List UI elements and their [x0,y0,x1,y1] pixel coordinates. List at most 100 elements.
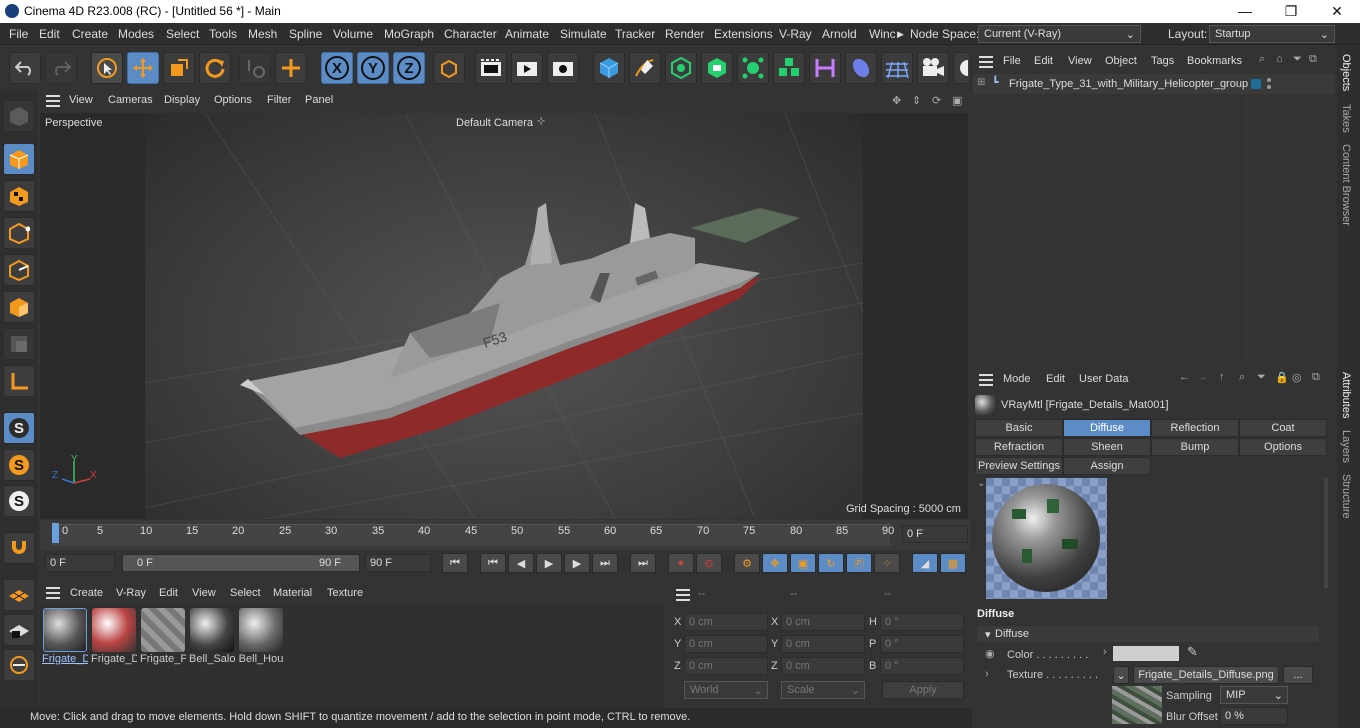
viewport-menu-cameras[interactable]: Cameras [108,94,153,106]
material-menu-vray[interactable]: V-Ray [116,587,146,599]
size-x-field[interactable]: 0 cm [781,613,865,631]
go-to-end-icon[interactable]: ⏭ [630,553,656,573]
go-to-start-icon[interactable]: ⏮ [442,553,468,573]
previous-key-icon[interactable]: ⏮ [480,553,506,573]
side-tab-takes[interactable]: Takes [1340,104,1352,133]
light-icon[interactable] [953,52,971,84]
hamburger-icon[interactable] [676,589,690,601]
material-menu-create[interactable]: Create [70,587,103,599]
menu-tracker[interactable]: Tracker [615,27,655,41]
model-mode-icon[interactable] [3,143,35,175]
layout-select[interactable]: Startup ⌄ [1209,25,1335,43]
texture-file-button[interactable]: Frigate_Details_Diffuse.png [1133,666,1279,684]
material-swatch[interactable]: Frigate_Det [42,608,88,665]
blur-offset-field[interactable]: 0 % [1220,707,1288,725]
viewport-pan-icon[interactable]: ✥ [892,94,901,107]
record-active-icon[interactable]: ● [668,553,694,573]
viewport-menu-filter[interactable]: Filter [267,94,291,106]
solo-mode-icon[interactable]: S [3,449,35,481]
rot-p-field[interactable]: 0 ° [880,635,964,653]
rot-h-field[interactable]: 0 ° [880,613,964,631]
preview-range-slider[interactable]: 0 F 90 F [122,554,360,572]
pos-z-field[interactable]: 0 cm [684,657,768,675]
menu-character[interactable]: Character [444,27,497,41]
pen-spline-icon[interactable] [629,52,661,84]
z-axis-lock-button[interactable]: Z [393,52,425,84]
camera-link-icon[interactable]: ⊹ [537,116,545,127]
make-editable-icon[interactable] [3,100,35,132]
expand-arrow-icon[interactable]: › [985,668,989,680]
close-button[interactable]: ✕ [1314,0,1360,23]
material-menu-view[interactable]: View [192,587,216,599]
object-row[interactable]: ⊞ ┗ Frigate_Type_31_with_Military_Helico… [973,74,1335,94]
move-tool-icon[interactable] [127,52,159,84]
side-tab-content-browser[interactable]: Content Browser [1340,144,1352,226]
object-menu-tags[interactable]: Tags [1151,55,1174,67]
timeline-window-icon[interactable]: ▦ [940,553,966,573]
autokey-icon[interactable]: ⊙ [696,553,722,573]
search-icon[interactable]: ⌕ [1239,371,1245,384]
tab-sheen[interactable]: Sheen [1063,438,1151,456]
animate-radio-icon[interactable]: ◉ [985,647,995,660]
subdivision-surface-icon[interactable] [665,52,697,84]
keyframe-selection-icon[interactable]: ⚙ [734,553,760,573]
object-menu-object[interactable]: Object [1105,55,1137,67]
filter-icon[interactable]: ⏷ [1257,371,1266,384]
size-y-field[interactable]: 0 cm [781,635,865,653]
viewport-menu-view[interactable]: View [69,94,93,106]
material-menu-material[interactable]: Material [273,587,312,599]
redo-icon[interactable] [45,52,77,84]
deformer-icon[interactable] [809,52,841,84]
tab-reflection[interactable]: Reflection [1151,419,1239,437]
start-frame-field[interactable]: 0 F [45,554,115,572]
key-parameter-icon[interactable]: Ⓟ [846,553,872,573]
node-space-select[interactable]: Current (V-Ray) ⌄ [978,25,1141,43]
menu-modes[interactable]: Modes [118,27,154,41]
menu-create[interactable]: Create [72,27,108,41]
sampling-select[interactable]: MIP ⌄ [1220,686,1288,704]
menu-mograph[interactable]: MoGraph [384,27,434,41]
panel-scrollbar[interactable] [1324,478,1328,588]
material-swatch[interactable]: Bell_Salo [189,608,235,665]
tab-coat[interactable]: Coat [1239,419,1327,437]
x-axis-lock-button[interactable]: X [321,52,353,84]
locked-workplane-icon[interactable] [3,614,35,646]
render-settings-icon[interactable] [547,52,579,84]
viewport-maximize-icon[interactable]: ▣ [952,94,962,107]
attr-menu-mode[interactable]: Mode [1003,373,1031,385]
scale-tool-icon[interactable] [163,52,195,84]
new-window-icon[interactable]: ⧉ [1312,371,1320,384]
end-frame-field[interactable]: 90 F [365,554,431,572]
hamburger-icon[interactable] [46,95,60,107]
key-rotation-icon[interactable]: ↻ [818,553,844,573]
viewport-menu-options[interactable]: Options [214,94,252,106]
home-icon[interactable]: ⌂ [1276,53,1283,65]
viewport-zoom-icon[interactable]: ⇕ [912,94,921,107]
object-menu-file[interactable]: File [1003,55,1021,67]
eyedropper-icon[interactable]: ✎ [1187,644,1198,660]
texture-mode-icon[interactable] [3,180,35,212]
side-tab-attributes[interactable]: Attributes [1340,372,1352,418]
back-arrow-icon[interactable]: ← [1179,371,1190,383]
snap-icon[interactable]: S [3,412,35,444]
menu-file[interactable]: File [9,27,28,41]
coordinate-system-icon[interactable] [433,52,465,84]
up-arrow-icon[interactable]: ↑ [1219,371,1225,383]
render-to-picture-viewer-icon[interactable] [511,52,543,84]
filter-icon[interactable]: ⏷ [1293,53,1302,66]
pos-x-field[interactable]: 0 cm [684,613,768,631]
current-frame-field[interactable]: 0 F [902,525,968,543]
visibility-render-icon[interactable] [1267,85,1271,89]
scheme-icon[interactable]: ◢ [912,553,938,573]
minimize-button[interactable]: — [1222,0,1268,23]
play-icon[interactable]: ▶ [536,553,562,573]
y-axis-lock-button[interactable]: Y [357,52,389,84]
maximize-button[interactable]: ❐ [1268,0,1314,23]
viewport-menu-display[interactable]: Display [164,94,200,106]
3d-viewport[interactable]: F53 Perspective Default Camera ⊹ Grid Sp… [40,113,968,519]
object-menu-edit[interactable]: Edit [1034,55,1053,67]
rotate-tool-icon[interactable] [199,52,231,84]
menu-arnold[interactable]: Arnold [822,27,857,41]
menu-simulate[interactable]: Simulate [560,27,607,41]
expand-arrow-icon[interactable]: › [1103,646,1107,658]
